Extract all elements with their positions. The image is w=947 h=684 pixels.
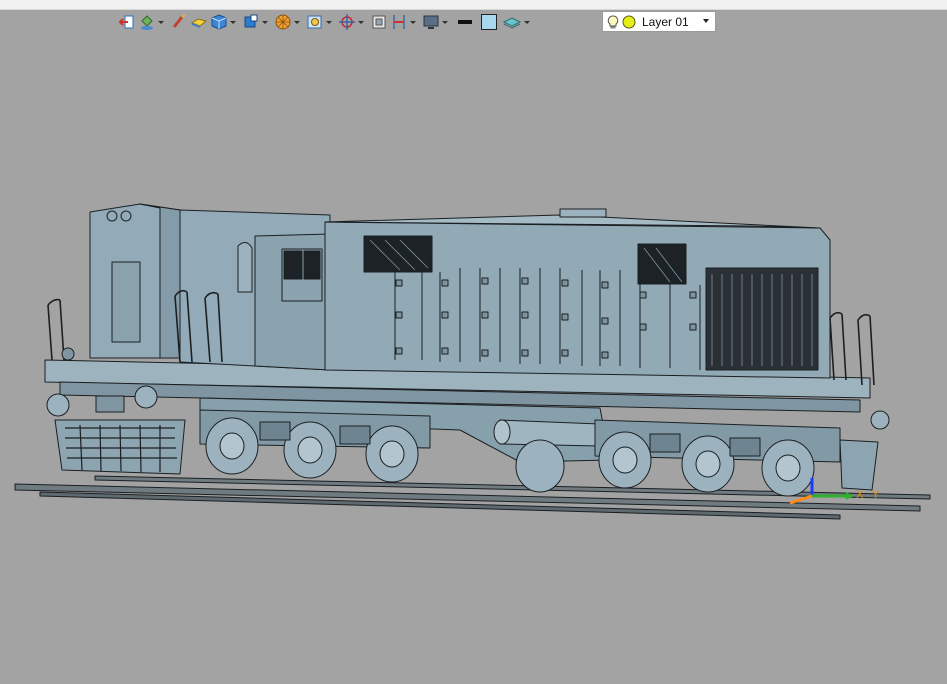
target-button[interactable] bbox=[338, 11, 368, 33]
eraser-block-icon bbox=[190, 18, 208, 28]
display-icon bbox=[423, 15, 439, 29]
zoom-window-button[interactable] bbox=[306, 11, 336, 33]
layer-name: Layer 01 bbox=[642, 14, 689, 29]
frame-icon bbox=[372, 15, 386, 29]
exit-button[interactable] bbox=[118, 11, 136, 33]
color-swatch-icon bbox=[481, 14, 497, 30]
cube-button[interactable] bbox=[210, 11, 240, 33]
layer-select[interactable]: Layer 01 bbox=[602, 11, 716, 32]
sphere-button[interactable] bbox=[274, 11, 304, 33]
section-button[interactable] bbox=[390, 11, 420, 33]
box-view-icon bbox=[244, 14, 258, 28]
exit-icon bbox=[118, 15, 134, 29]
target-icon bbox=[339, 14, 355, 30]
layer-stack-icon bbox=[502, 17, 522, 29]
box-view-button[interactable] bbox=[242, 11, 272, 33]
display-button[interactable] bbox=[422, 11, 452, 33]
axis-y-label: Y bbox=[872, 489, 880, 501]
fill-bucket-button[interactable] bbox=[138, 11, 168, 33]
3d-viewport[interactable]: X Y bbox=[0, 36, 947, 679]
axis-x-label: X bbox=[856, 489, 864, 501]
layer-stack-button[interactable] bbox=[502, 11, 534, 33]
lightbulb-icon[interactable] bbox=[607, 14, 619, 29]
cube-icon bbox=[211, 14, 227, 30]
locomotive-model: X Y bbox=[14, 203, 931, 520]
section-icon bbox=[393, 15, 405, 29]
brush-icon bbox=[172, 14, 186, 28]
zoom-window-icon bbox=[307, 15, 322, 29]
line-weight-icon bbox=[458, 20, 472, 24]
yellow-circle-icon[interactable] bbox=[622, 15, 636, 29]
line-weight-button[interactable] bbox=[454, 11, 476, 33]
chevron-down-icon[interactable] bbox=[703, 19, 709, 23]
view-toolbar bbox=[118, 11, 534, 33]
sphere-icon bbox=[275, 14, 291, 30]
frame-button[interactable] bbox=[370, 11, 388, 33]
brush-button[interactable] bbox=[170, 11, 188, 33]
window-top-strip bbox=[0, 0, 947, 10]
fill-bucket-icon bbox=[141, 15, 153, 30]
color-swatch-button[interactable] bbox=[478, 11, 500, 33]
front-truck bbox=[199, 409, 431, 483]
eraser-block-button[interactable] bbox=[190, 11, 208, 33]
